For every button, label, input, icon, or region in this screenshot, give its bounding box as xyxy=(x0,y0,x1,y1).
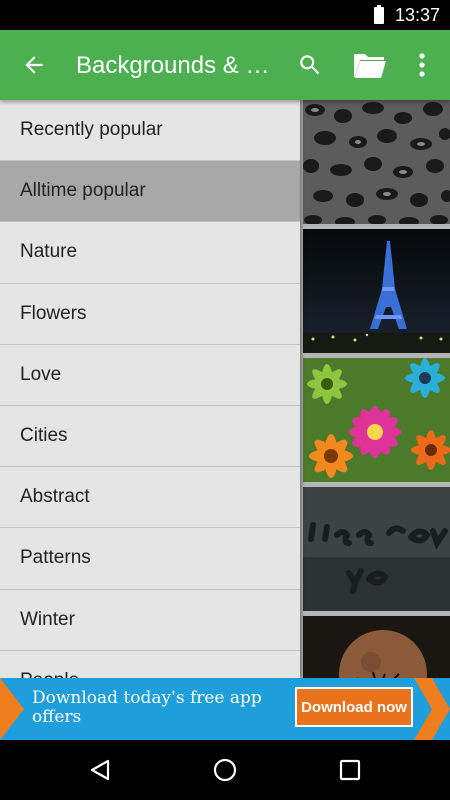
drawer-item-label: Winter xyxy=(20,608,75,630)
drawer-item-label: People xyxy=(20,670,79,678)
ad-banner[interactable]: Download today's free app offers Downloa… xyxy=(0,678,450,740)
wallpaper-thumbnail-flowers[interactable] xyxy=(303,358,450,482)
drawer-item-label: Alltime popular xyxy=(20,180,146,202)
recents-square-icon[interactable] xyxy=(334,754,366,786)
drawer-item-flowers[interactable]: Flowers xyxy=(0,284,300,345)
status-bar: 13:37 xyxy=(0,0,450,30)
app-bar: Backgrounds & Wallpapers xyxy=(0,30,450,100)
wallpaper-thumbnail-miss-you[interactable] xyxy=(303,487,450,611)
more-vert-icon[interactable] xyxy=(404,47,440,83)
drawer-item-love[interactable]: Love xyxy=(0,345,300,406)
drawer-item-label: Cities xyxy=(20,425,68,447)
wallpaper-thumbnail-eiffel[interactable] xyxy=(303,229,450,353)
category-drawer: Recently popular Alltime popular Nature … xyxy=(0,100,300,678)
drawer-item-label: Nature xyxy=(20,241,78,263)
wallpaper-thumbnail-moon[interactable] xyxy=(303,616,450,678)
wallpaper-thumbnail-leopard[interactable] xyxy=(303,100,450,224)
drawer-item-label: Abstract xyxy=(20,486,90,508)
drawer-item-label: Love xyxy=(20,363,62,385)
home-circle-icon[interactable] xyxy=(209,754,241,786)
page-title: Backgrounds & Wallpapers xyxy=(76,52,271,79)
system-nav-bar xyxy=(0,740,450,800)
drawer-item-label: Flowers xyxy=(20,302,87,324)
drawer-item-nature[interactable]: Nature xyxy=(0,222,300,284)
drawer-item-cities[interactable]: Cities xyxy=(0,406,300,468)
drawer-item-recently-popular[interactable]: Recently popular xyxy=(0,100,300,162)
ad-arrow-left-icon xyxy=(0,678,24,740)
folder-icon[interactable] xyxy=(351,47,387,83)
status-time: 13:37 xyxy=(395,5,441,25)
back-arrow-icon[interactable] xyxy=(18,49,50,81)
search-icon[interactable] xyxy=(292,47,328,83)
drawer-item-alltime-popular[interactable]: Alltime popular xyxy=(0,161,300,223)
back-triangle-icon[interactable] xyxy=(84,754,116,786)
ad-text: Download today's free app offers xyxy=(32,688,262,727)
drawer-item-people[interactable]: People xyxy=(0,651,300,678)
wallpaper-grid xyxy=(300,100,450,678)
battery-full-icon xyxy=(374,5,384,24)
drawer-item-patterns[interactable]: Patterns xyxy=(0,528,300,590)
drawer-item-abstract[interactable]: Abstract xyxy=(0,467,300,529)
download-now-button[interactable]: Download now xyxy=(295,687,413,727)
drawer-item-label: Patterns xyxy=(20,547,91,569)
drawer-item-label: Recently popular xyxy=(20,119,163,141)
ad-arrow-right-icon xyxy=(414,678,450,740)
drawer-item-winter[interactable]: Winter xyxy=(0,590,300,651)
